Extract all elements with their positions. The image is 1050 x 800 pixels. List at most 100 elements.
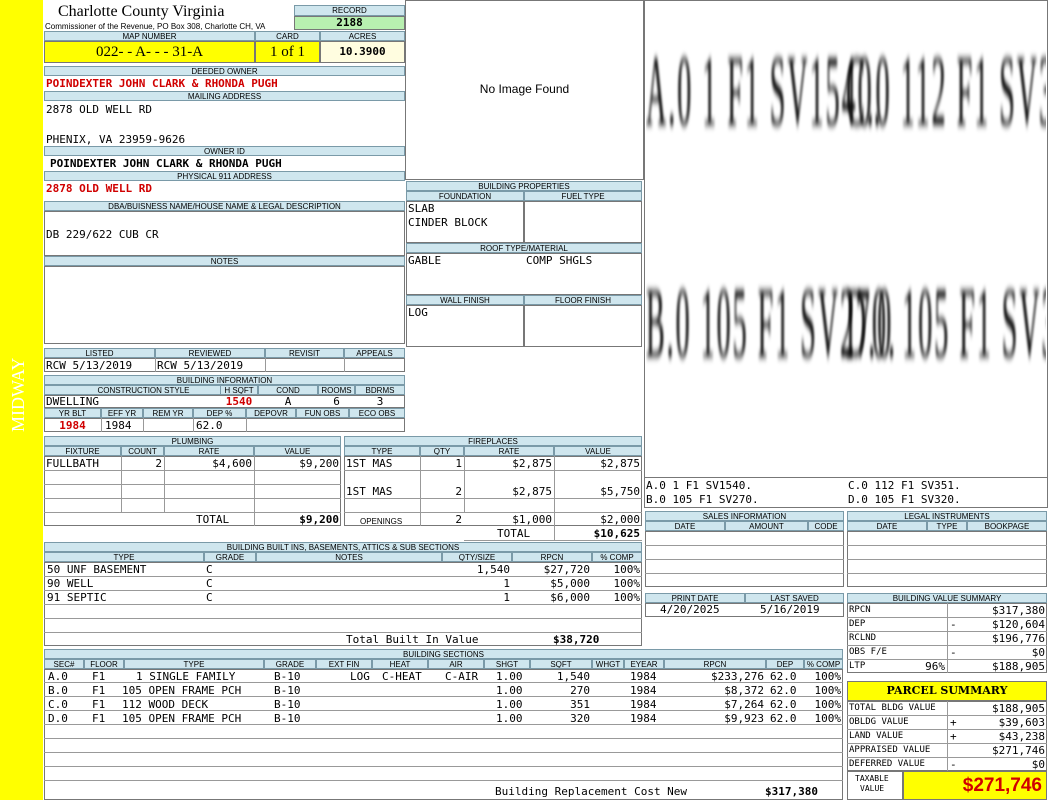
vs-ltp: $188,905 [992, 660, 1045, 673]
sec-b-grade: B-10 [274, 684, 301, 697]
sec-a-grade: B-10 [274, 670, 301, 683]
ps-deferred-label: DEFERRED VALUE [849, 759, 925, 769]
fireplaces-total: $10,625 [593, 527, 640, 540]
mailing-line2: PHENIX, VA 23959-9626 [46, 133, 186, 146]
sec-d-dep: 62.0 [770, 712, 797, 725]
yr-blt-label: YR BLT [44, 408, 101, 418]
openings-qty: 2 [455, 513, 462, 526]
sections-col-sec: SEC# [44, 659, 84, 669]
ps-obldg-sign: + [950, 716, 957, 729]
ps-land: $43,238 [998, 730, 1045, 743]
sec-b-sqft: 270 [570, 684, 590, 697]
builtin-row2-comp: 100% [613, 577, 641, 590]
sections-col-eyear: EYEAR [624, 659, 664, 669]
legal-col-bookpage: BOOKPAGE [967, 521, 1047, 531]
sec-c-grade: B-10 [274, 698, 301, 711]
openings-value: $2,000 [600, 513, 640, 526]
foundation-label: FOUNDATION [406, 191, 524, 201]
sketch-label-d: D.0 105 F1 SV320. [846, 270, 1046, 382]
sections-col-floor: FLOOR [84, 659, 124, 669]
record-number: 2188 [294, 16, 405, 30]
rooms-value: 6 [333, 395, 340, 408]
builtins-col-qty: QTY/SIZE [442, 552, 512, 562]
sec-a-dep: 62.0 [770, 670, 797, 683]
wall-finish: LOG [408, 306, 428, 319]
sec-b-id: B.0 [48, 684, 68, 697]
sketch-legend-a: A.0 1 F1 SV1540. [646, 479, 752, 492]
plumbing-row-fixture: FULLBATH [46, 457, 99, 470]
vs-ltp-pct: 96% [925, 660, 945, 673]
owner-id: POINDEXTER JOHN CLARK & RHONDA PUGH [50, 157, 282, 170]
plumbing-label: PLUMBING [44, 436, 341, 446]
dep-pct-value: 62.0 [196, 419, 223, 432]
plumbing-total-label: TOTAL [196, 513, 230, 526]
legal-col-date: DATE [847, 521, 927, 531]
sec-a-eyear: 1984 [630, 670, 657, 683]
ps-obldg-label: OBLDG VALUE [849, 717, 909, 727]
mailing-line1: 2878 OLD WELL RD [46, 103, 152, 116]
notes-box [44, 266, 405, 344]
district-label: MIDWAY [8, 357, 28, 433]
construction-style-label: CONSTRUCTION STYLE [44, 385, 243, 395]
sec-d-grade: B-10 [274, 712, 301, 725]
acres-value: 10.3900 [320, 41, 405, 63]
sec-d-eyear: 1984 [630, 712, 657, 725]
roof-box [406, 253, 642, 295]
floor-finish-label: FLOOR FINISH [524, 295, 642, 305]
record-label: RECORD [294, 5, 405, 16]
sketch-legend-d: D.0 105 F1 SV320. [848, 493, 961, 506]
sec-d-rpcn: $9,923 [724, 712, 764, 725]
dep-pct-label: DEP % [193, 408, 246, 418]
sections-col-sqft: SQFT [530, 659, 592, 669]
fireplace-col-value: VALUE [554, 446, 642, 456]
value-summary-label: BUILDING VALUE SUMMARY [847, 593, 1047, 603]
sec-a-floor: F1 [92, 670, 106, 683]
builtin-row3-grade: C [206, 591, 213, 604]
sales-col-amount: AMOUNT [725, 521, 808, 531]
hsqft-label: H SQFT [220, 385, 258, 395]
vs-ltp-label: LTP [849, 661, 866, 671]
fireplace-row2-qty: 2 [455, 485, 462, 498]
sections-col-type: TYPE [124, 659, 264, 669]
vs-rclnd-label: RCLND [849, 633, 877, 643]
fuel-box [524, 201, 642, 243]
fireplace-col-rate: RATE [464, 446, 554, 456]
bdrms-label: BDRMS [355, 385, 405, 395]
floor-finish-box [524, 305, 642, 347]
acres-label: ACRES [320, 31, 405, 41]
wall-finish-label: WALL FINISH [406, 295, 524, 305]
roof-material: COMP SHGLS [526, 254, 593, 267]
fireplace-row1-rate: $2,875 [512, 457, 552, 470]
depovr-label: DEPOVR [246, 408, 296, 418]
rcn-label: Building Replacement Cost New [495, 785, 688, 798]
builtins-col-notes: NOTES [256, 552, 442, 562]
foundation-2: CINDER BLOCK [408, 216, 488, 229]
yr-blt-value: 1984 [59, 419, 86, 432]
sec-a-shgt: 1.00 [496, 670, 523, 683]
sections-col-grade: GRADE [264, 659, 316, 669]
sections-col-shgt: SHGT [484, 659, 530, 669]
construction-style: DWELLING [46, 395, 99, 408]
sec-d-shgt: 1.00 [496, 712, 523, 725]
sections-col-whgt: WHGT [592, 659, 624, 669]
sec-a-heat: C-HEAT [382, 670, 422, 683]
plumbing-col-value: VALUE [254, 446, 341, 456]
builtin-row2-rpcn: $5,000 [550, 577, 590, 590]
plumbing-col-rate: RATE [164, 446, 254, 456]
roof-type: GABLE [408, 254, 442, 267]
sec-b-shgt: 1.00 [496, 684, 523, 697]
sec-c-floor: F1 [92, 698, 106, 711]
builtin-row1-rpcn: $27,720 [543, 563, 590, 576]
sec-d-id: D.0 [48, 712, 68, 725]
appeals-label: APPEALS [344, 348, 405, 358]
map-number-label: MAP NUMBER [44, 31, 255, 41]
last-saved: 5/16/2019 [760, 603, 820, 616]
sec-c-id: C.0 [48, 698, 68, 711]
sections-col-air: AIR [428, 659, 484, 669]
county-title: Charlotte County Virginia [58, 3, 225, 20]
legal-instruments-label: LEGAL INSTRUMENTS [847, 511, 1047, 521]
sec-c-comp: 100% [814, 698, 842, 711]
sketch-legend-c: C.0 112 F1 SV351. [848, 479, 961, 492]
sections-label: BUILDING SECTIONS [44, 649, 843, 659]
listed-label: LISTED [44, 348, 155, 358]
